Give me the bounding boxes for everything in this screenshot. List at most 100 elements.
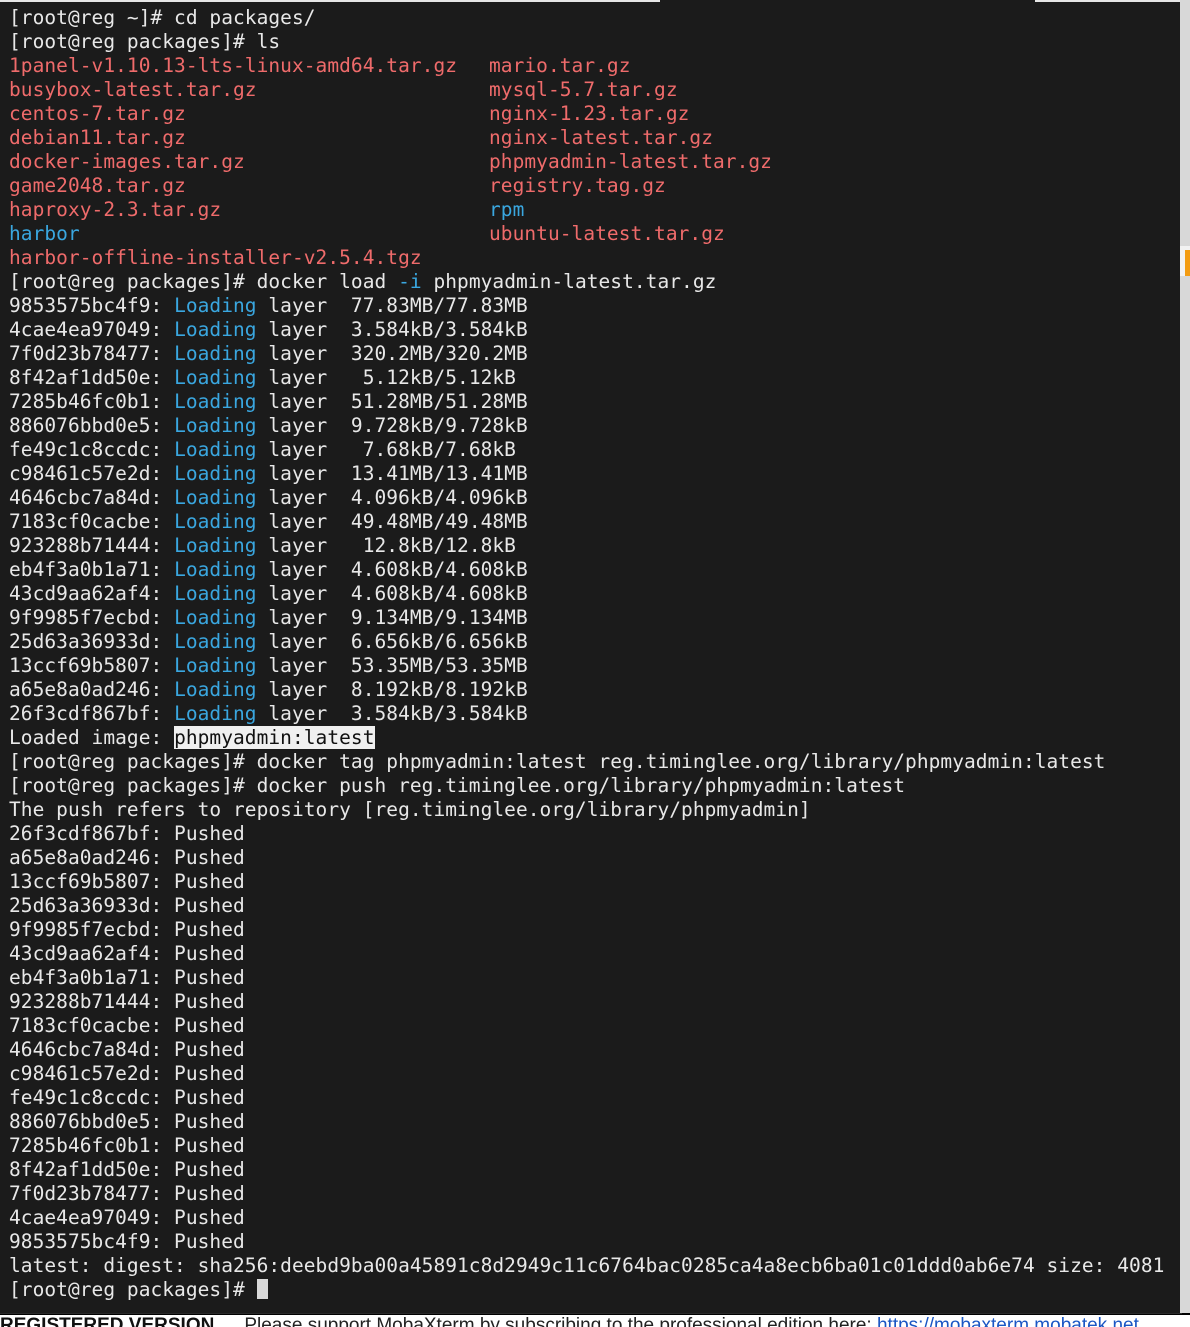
line-text: [root@reg packages]# docker tag phpmyadm… [9,750,1106,773]
line-segment: phpmyadmin-latest.tar.gz [421,270,717,293]
line-text: 4cae4ea97049: Pushed [9,1206,245,1229]
top-edge-highlight-right [1035,0,1180,2]
listing-entry: ubuntu-latest.tar.gz [489,222,725,245]
line-segment: layer 13.41MB/13.41MB [256,462,528,485]
line-text: [root@reg packages]# ls [9,30,281,53]
line-segment: layer 6.656kB/6.656kB [256,630,528,653]
terminal-line: 886076bbd0e5: Loading layer 9.728kB/9.72… [9,414,1164,438]
subscription-link[interactable]: https://mobaxterm.mobatek.net [877,1315,1139,1327]
line-segment: Loading [174,318,257,341]
line-text: 886076bbd0e5: Pushed [9,1110,245,1133]
terminal-line: 9f9985f7ecbd: Pushed [9,918,1164,942]
terminal-line: a65e8a0ad246: Loading layer 8.192kB/8.19… [9,678,1164,702]
terminal-line: 4646cbc7a84d: Pushed [9,1038,1164,1062]
terminal-line: 7f0d23b78477: Loading layer 320.2MB/320.… [9,342,1164,366]
line-text: 923288b71444: Pushed [9,990,245,1013]
terminal-line: 25d63a36933d: Loading layer 6.656kB/6.65… [9,630,1164,654]
line-segment: c98461c57e2d: [9,462,175,485]
terminal-line: 8f42af1dd50e: Pushed [9,1158,1164,1182]
line-segment: Loading [174,390,257,413]
text-cursor [256,1279,268,1299]
terminal-window[interactable]: [root@reg ~]# cd packages/[root@reg pack… [0,0,1182,1314]
terminal-line: 13ccf69b5807: Loading layer 53.35MB/53.3… [9,654,1164,678]
line-segment: 8f42af1dd50e: [9,366,175,389]
listing-entry: harbor [9,222,80,245]
line-segment: Loading [174,366,257,389]
line-segment: layer 3.584kB/3.584kB [256,318,528,341]
terminal-line: 13ccf69b5807: Pushed [9,870,1164,894]
line-text: 13ccf69b5807: Pushed [9,870,245,893]
line-segment: 923288b71444: [9,534,175,557]
terminal-line: 7183cf0cacbe: Loading layer 49.48MB/49.4… [9,510,1164,534]
line-segment: layer 4.096kB/4.096kB [256,486,528,509]
line-segment: 25d63a36933d: [9,630,175,653]
terminal-line: 43cd9aa62af4: Pushed [9,942,1164,966]
terminal-output: [root@reg ~]# cd packages/[root@reg pack… [9,6,1164,1302]
line-segment: 9853575bc4f9: [9,294,175,317]
line-segment: layer 53.35MB/53.35MB [256,654,528,677]
terminal-line: 886076bbd0e5: Pushed [9,1110,1164,1134]
listing-entry: 1panel-v1.10.13-lts-linux-amd64.tar.gz [9,54,458,77]
terminal-line: fe49c1c8ccdc: Pushed [9,1086,1164,1110]
line-segment: layer 3.584kB/3.584kB [256,702,528,725]
line-segment: Loading [174,558,257,581]
line-segment: layer 8.192kB/8.192kB [256,678,528,701]
line-text: The push refers to repository [reg.timin… [9,798,811,821]
listing-entry: mario.tar.gz [489,54,631,77]
terminal-line: fe49c1c8ccdc: Loading layer 7.68kB/7.68k… [9,438,1164,462]
line-segment: layer 4.608kB/4.608kB [256,558,528,581]
terminal-line: [root@reg packages]# [9,1278,1164,1302]
terminal-line: 7285b46fc0b1: Loading layer 51.28MB/51.2… [9,390,1164,414]
terminal-line: 9853575bc4f9: Loading layer 77.83MB/77.8… [9,294,1164,318]
line-text: 4646cbc7a84d: Pushed [9,1038,245,1061]
line-segment: Loading [174,294,257,317]
line-segment: Loading [174,654,257,677]
listing-entry: haproxy-2.3.tar.gz [9,198,222,221]
line-segment: Loading [174,342,257,365]
terminal-line: c98461c57e2d: Loading layer 13.41MB/13.4… [9,462,1164,486]
listing-entry: centos-7.tar.gz [9,102,186,125]
scrollbar-marker [1185,250,1190,276]
terminal-line: [root@reg ~]# cd packages/ [9,6,1164,30]
line-text: [root@reg ~]# cd packages/ [9,6,316,29]
terminal-line: harbor-offline-installer-v2.5.4.tgz [9,246,1164,270]
line-segment: fe49c1c8ccdc: [9,438,175,461]
line-segment: layer 7.68kB/7.68kB [256,438,516,461]
top-edge-highlight [0,0,660,2]
terminal-line: 1panel-v1.10.13-lts-linux-amd64.tar.gz ma… [9,54,1164,78]
line-segment: Loading [174,534,257,557]
terminal-line: Loaded image: phpmyadmin:latest [9,726,1164,750]
registered-version-label: REGISTERED VERSION [0,1315,215,1327]
vertical-scrollbar[interactable] [1180,0,1190,1313]
terminal-line: 923288b71444: Loading layer 12.8kB/12.8k… [9,534,1164,558]
line-segment: layer 9.728kB/9.728kB [256,414,528,437]
terminal-line: c98461c57e2d: Pushed [9,1062,1164,1086]
terminal-line: 7285b46fc0b1: Pushed [9,1134,1164,1158]
line-text: 7f0d23b78477: Pushed [9,1182,245,1205]
terminal-line: harbor ubuntu-latest.tar.gz [9,222,1164,246]
line-segment: layer 12.8kB/12.8kB [256,534,516,557]
line-segment: a65e8a0ad246: [9,678,175,701]
line-segment: Loaded image: [9,726,175,749]
listing-entry: debian11.tar.gz [9,126,186,149]
line-segment: layer 9.134MB/9.134MB [256,606,528,629]
line-segment: Loading [174,510,257,533]
terminal-line: 923288b71444: Pushed [9,990,1164,1014]
registration-banner: REGISTERED VERSION Please support MobaXte… [0,1315,1190,1327]
listing-entry: nginx-latest.tar.gz [489,126,714,149]
line-segment: layer 51.28MB/51.28MB [256,390,528,413]
terminal-line: game2048.tar.gz registry.tag.gz [9,174,1164,198]
line-segment: -i [398,270,422,293]
terminal-line: 25d63a36933d: Pushed [9,894,1164,918]
terminal-line: 26f3cdf867bf: Pushed [9,822,1164,846]
line-text: fe49c1c8ccdc: Pushed [9,1086,245,1109]
terminal-line: a65e8a0ad246: Pushed [9,846,1164,870]
line-text: 26f3cdf867bf: Pushed [9,822,245,845]
terminal-line: busybox-latest.tar.gz mysql-5.7.tar.gz [9,78,1164,102]
line-segment: 26f3cdf867bf: [9,702,175,725]
terminal-line: latest: digest: sha256:deebd9ba00a45891c… [9,1254,1164,1278]
terminal-line: centos-7.tar.gz nginx-1.23.tar.gz [9,102,1164,126]
terminal-line: debian11.tar.gz nginx-latest.tar.gz [9,126,1164,150]
listing-entry: phpmyadmin-latest.tar.gz [489,150,772,173]
line-segment: 7183cf0cacbe: [9,510,175,533]
